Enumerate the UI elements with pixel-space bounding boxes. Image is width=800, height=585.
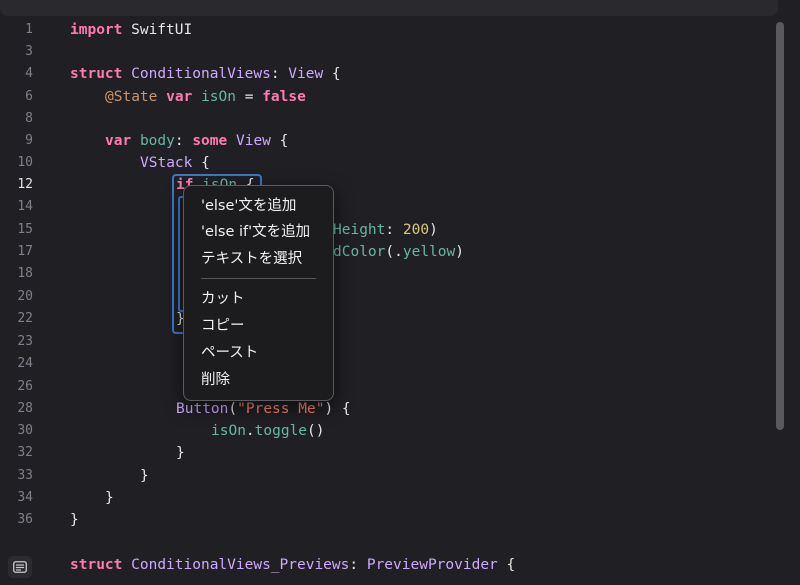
identifier: dColor bbox=[333, 244, 386, 260]
line-number: 4 bbox=[25, 66, 33, 81]
punctuation: : bbox=[270, 66, 289, 82]
context-menu: 'else'文を追加 'else if'文を追加 テキストを選択 カット コピー… bbox=[183, 185, 334, 401]
code-line-fragment[interactable]: dColor(.yellow) bbox=[333, 243, 464, 261]
punctuation: ( bbox=[228, 401, 238, 417]
identifier: isOn bbox=[201, 89, 236, 105]
code-line[interactable]: struct ConditionalViews: View { bbox=[70, 65, 341, 83]
text-bubble-icon-glyph bbox=[13, 561, 27, 573]
code-line[interactable]: } bbox=[105, 489, 114, 507]
menu-item-add-else-if[interactable]: 'else if'文を追加 bbox=[201, 222, 329, 242]
line-number: 6 bbox=[25, 89, 33, 104]
identifier: body bbox=[139, 133, 175, 149]
line-number: 26 bbox=[17, 379, 33, 394]
punctuation: { bbox=[323, 66, 341, 82]
code-line[interactable]: var body: some View { bbox=[105, 132, 288, 150]
punctuation: : bbox=[385, 222, 403, 238]
number-literal: 200 bbox=[402, 222, 430, 238]
line-number: 22 bbox=[17, 311, 33, 326]
line-number: 18 bbox=[17, 266, 33, 281]
line-number: 1 bbox=[25, 22, 33, 37]
vertical-scrollbar[interactable] bbox=[776, 22, 784, 430]
method-name: toggle bbox=[254, 423, 308, 439]
closing-brace: } bbox=[176, 445, 185, 461]
attribute: @State bbox=[105, 89, 158, 105]
line-number: 28 bbox=[17, 401, 33, 416]
menu-separator bbox=[201, 278, 316, 279]
line-number: 15 bbox=[17, 222, 33, 237]
punctuation: () bbox=[307, 423, 325, 439]
code-line-fragment[interactable]: Height: 200) bbox=[333, 221, 438, 239]
punctuation: ) bbox=[429, 222, 438, 238]
type-name: ConditionalViews_Previews bbox=[131, 557, 350, 573]
type-name: View bbox=[235, 133, 271, 149]
line-number: 10 bbox=[17, 155, 33, 170]
type-name: Button bbox=[176, 401, 229, 417]
punctuation: ) bbox=[455, 244, 464, 260]
line-number-current: 12 bbox=[17, 177, 33, 192]
closing-brace: } bbox=[105, 490, 114, 506]
line-number: 24 bbox=[17, 356, 33, 371]
menu-item-add-else[interactable]: 'else'文を追加 bbox=[201, 196, 329, 216]
code-editor-window: 1 3 4 6 8 9 10 12 14 15 17 18 20 22 23 2… bbox=[0, 0, 800, 585]
code-line[interactable]: @State var isOn = false bbox=[105, 88, 306, 106]
line-number: 30 bbox=[17, 423, 33, 438]
identifier: Height bbox=[333, 222, 386, 238]
line-number: 34 bbox=[17, 490, 33, 505]
punctuation: : bbox=[349, 557, 367, 573]
code-line[interactable]: } bbox=[176, 444, 185, 462]
menu-item-delete[interactable]: 削除 bbox=[201, 370, 329, 390]
punctuation: { bbox=[192, 155, 210, 171]
menu-item-cut[interactable]: カット bbox=[201, 289, 329, 309]
code-line[interactable]: isOn.toggle() bbox=[211, 422, 325, 440]
identifier: isOn bbox=[211, 423, 246, 439]
code-line[interactable]: import SwiftUI bbox=[70, 21, 192, 39]
type-name: PreviewProvider bbox=[366, 557, 498, 573]
closing-brace: } bbox=[140, 468, 149, 484]
line-number: 20 bbox=[17, 289, 33, 304]
line-number: 36 bbox=[17, 512, 33, 527]
keyword: struct bbox=[70, 66, 123, 82]
punctuation: ( bbox=[385, 244, 395, 260]
punctuation: = bbox=[235, 89, 263, 105]
menu-item-paste[interactable]: ペースト bbox=[201, 343, 329, 363]
line-number: 14 bbox=[17, 199, 33, 214]
punctuation: : bbox=[174, 133, 193, 149]
code-line[interactable]: } bbox=[70, 511, 79, 529]
type-name: View bbox=[288, 66, 324, 82]
menu-item-select-text[interactable]: テキストを選択 bbox=[201, 249, 329, 269]
menu-item-copy[interactable]: コピー bbox=[201, 316, 329, 336]
line-number: 3 bbox=[25, 44, 33, 59]
editor-top-bar bbox=[0, 0, 778, 16]
punctuation: { bbox=[497, 557, 516, 573]
code-line[interactable]: VStack { bbox=[140, 154, 210, 172]
code-line[interactable]: Button("Press Me") { bbox=[176, 400, 351, 418]
line-number: 32 bbox=[17, 445, 33, 460]
line-number: 9 bbox=[25, 133, 33, 148]
type-name: VStack bbox=[140, 155, 193, 171]
closing-brace: } bbox=[70, 512, 79, 528]
type-name: ConditionalViews bbox=[131, 66, 271, 82]
code-line[interactable]: } bbox=[140, 467, 149, 485]
punctuation: . bbox=[394, 244, 403, 260]
line-number: 33 bbox=[17, 468, 33, 483]
identifier: yellow bbox=[402, 244, 456, 260]
keyword: struct bbox=[70, 557, 123, 573]
line-number-gutter: 1 3 4 6 8 9 10 12 14 15 17 18 20 22 23 2… bbox=[0, 0, 56, 585]
text-bubble-icon[interactable] bbox=[8, 556, 32, 578]
punctuation: { bbox=[270, 133, 289, 149]
punctuation: ) { bbox=[324, 401, 351, 417]
keyword: false bbox=[262, 89, 306, 105]
code-line[interactable]: struct ConditionalViews_Previews: Previe… bbox=[70, 556, 515, 574]
keyword: var bbox=[105, 133, 132, 149]
keyword: some bbox=[192, 133, 228, 149]
line-number: 17 bbox=[17, 244, 33, 259]
line-number: 23 bbox=[17, 334, 33, 349]
string-literal: "Press Me" bbox=[237, 401, 325, 417]
keyword: var bbox=[166, 89, 193, 105]
module-name: SwiftUI bbox=[122, 22, 193, 38]
punctuation: . bbox=[245, 423, 255, 439]
line-number: 8 bbox=[25, 111, 33, 126]
keyword: import bbox=[70, 22, 123, 38]
